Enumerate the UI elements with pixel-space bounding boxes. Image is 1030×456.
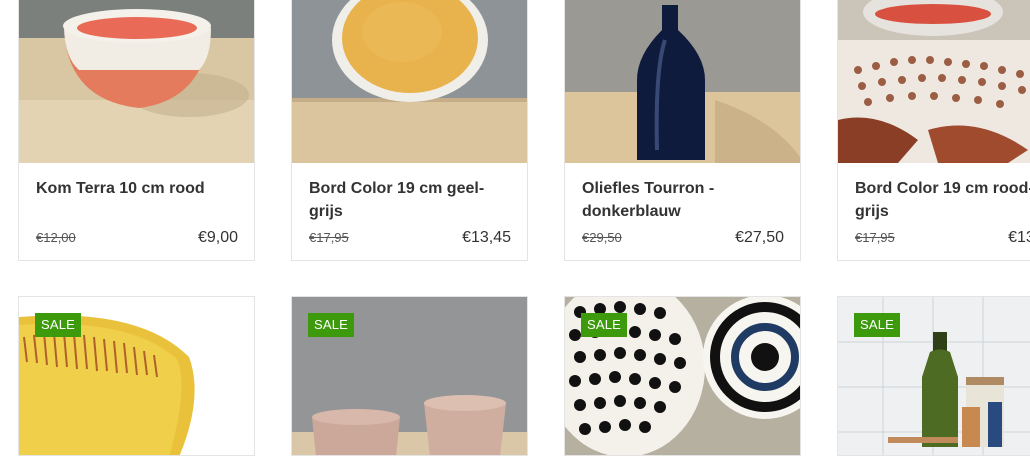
sale-price: €27,50 [735,229,784,246]
product-image[interactable] [19,0,254,163]
product-title[interactable]: Bord Color 19 cm geel-grijs [309,177,511,223]
sale-badge: SALE [308,313,355,337]
product-image[interactable] [292,0,527,163]
sale-badge: SALE [854,313,901,337]
product-card[interactable]: SALE [837,296,1030,456]
product-card[interactable]: SALE [18,296,255,456]
product-card[interactable]: Oliefles Tourron - donkerblauw €29,50 €2… [564,0,801,261]
product-image[interactable] [838,0,1030,163]
product-title[interactable]: Kom Terra 10 cm rood [36,177,238,200]
sale-price: €9,00 [197,229,238,246]
old-price: €17,95 [309,230,349,245]
product-card[interactable]: Bord Color 19 cm geel-grijs €17,95 €13,4… [291,0,528,261]
sale-badge: SALE [581,313,628,337]
product-card[interactable]: SALE [564,296,801,456]
product-card[interactable]: SALE [291,296,528,456]
old-price: €17,95 [855,230,895,245]
old-price: €29,50 [582,230,622,245]
sale-price: €13,45 [1008,229,1030,246]
product-card[interactable]: Bord Color 19 cm rood-grijs €17,95 €13,4… [837,0,1030,261]
product-title[interactable]: Oliefles Tourron - donkerblauw [582,177,784,223]
product-image[interactable] [565,0,800,163]
product-card[interactable]: Kom Terra 10 cm rood €12,00 €9,00 [18,0,255,261]
sale-price: €13,45 [462,229,511,246]
product-title[interactable]: Bord Color 19 cm rood-grijs [855,177,1030,223]
sale-badge: SALE [35,313,82,337]
old-price: €12,00 [36,230,76,245]
